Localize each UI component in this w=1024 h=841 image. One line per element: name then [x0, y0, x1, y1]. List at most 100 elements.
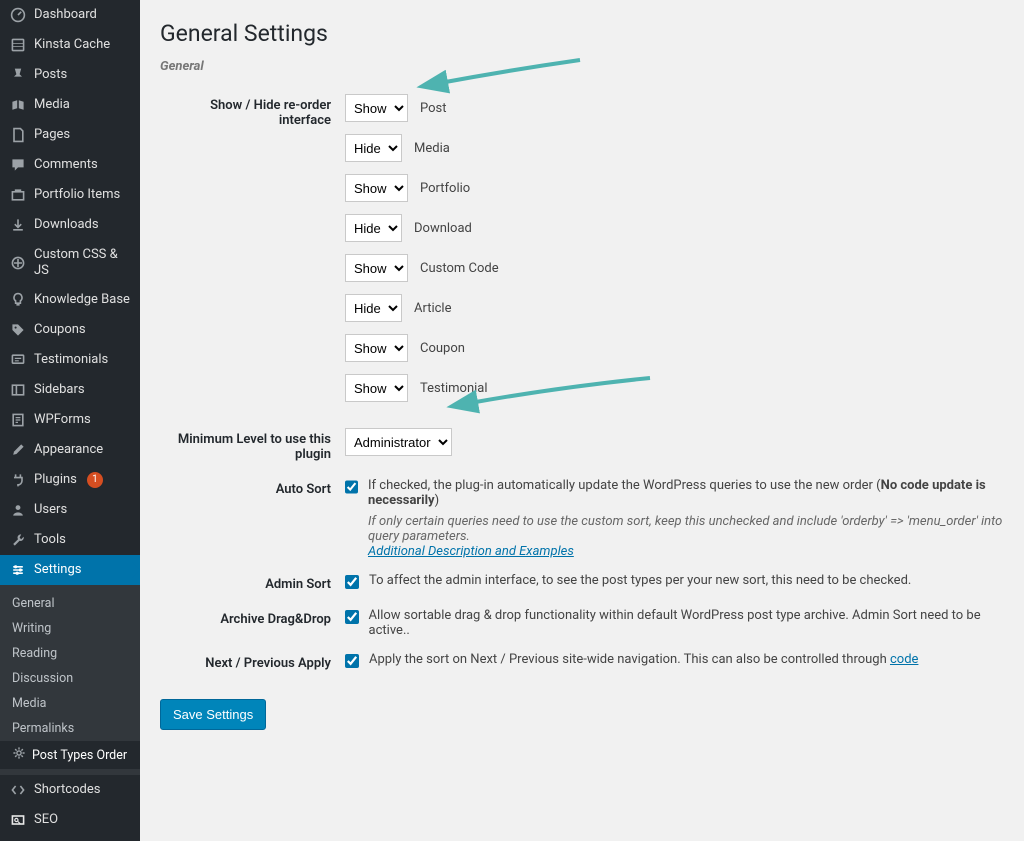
submenu-item-general[interactable]: General — [0, 591, 140, 616]
update-badge: 1 — [87, 472, 103, 488]
menu-item-label: Kinsta Cache — [34, 37, 110, 53]
portfolio-icon — [10, 187, 26, 203]
menu-item-label: Coupons — [34, 322, 86, 338]
post-type-label: Download — [414, 221, 472, 236]
plug-icon — [10, 472, 26, 488]
menu-item-posts[interactable]: Posts — [0, 60, 140, 90]
menu-item-portfolio-items[interactable]: Portfolio Items — [0, 180, 140, 210]
settings-submenu: GeneralWritingReadingDiscussionMediaPerm… — [0, 585, 140, 775]
menu-item-label: Media — [34, 97, 70, 113]
submenu-item-discussion[interactable]: Discussion — [0, 666, 140, 691]
menu-item-knowledge-base[interactable]: Knowledge Base — [0, 285, 140, 315]
show-hide-select-download[interactable]: Hide — [345, 214, 402, 242]
menu-item-coupons[interactable]: Coupons — [0, 315, 140, 345]
label-next-prev: Next / Previous Apply — [160, 646, 345, 681]
show-hide-select-media[interactable]: Hide — [345, 134, 402, 162]
show-hide-select-coupon[interactable]: Show — [345, 334, 408, 362]
menu-item-label: Testimonials — [34, 352, 108, 368]
label-show-hide: Show / Hide re-order interface — [160, 88, 345, 422]
menu-item-label: Users — [34, 502, 67, 518]
next-prev-checkbox[interactable] — [345, 654, 359, 668]
auto-sort-description: If checked, the plug-in automatically up… — [368, 478, 1004, 559]
menu-item-label: Pages — [34, 127, 70, 143]
menu-item-appearance[interactable]: Appearance — [0, 435, 140, 465]
min-level-select[interactable]: Administrator — [345, 428, 452, 456]
menu-item-plugins[interactable]: Plugins 1 — [0, 465, 140, 495]
show-hide-select-custom-code[interactable]: Show — [345, 254, 408, 282]
menu-item-settings[interactable]: Settings — [0, 555, 140, 585]
tag-icon — [10, 322, 26, 338]
submenu-item-post-types-order[interactable]: Post Types Order — [0, 741, 140, 769]
post-type-row: Show Post — [345, 94, 1004, 122]
menu-item-label: Portfolio Items — [34, 187, 120, 203]
save-settings-button[interactable]: Save Settings — [160, 699, 266, 730]
menu-item-shortcodes[interactable]: Shortcodes — [0, 775, 140, 805]
submenu-item-reading[interactable]: Reading — [0, 641, 140, 666]
admin-sort-checkbox[interactable] — [345, 575, 359, 589]
code-icon — [10, 782, 26, 798]
post-type-label: Portfolio — [420, 181, 470, 196]
submenu-item-writing[interactable]: Writing — [0, 616, 140, 641]
css-icon — [10, 255, 26, 271]
post-type-row: Show Portfolio — [345, 174, 1004, 202]
menu-item-label: Downloads — [34, 217, 99, 233]
menu-item-users[interactable]: Users — [0, 495, 140, 525]
archive-dd-checkbox[interactable] — [345, 610, 359, 624]
menu-item-label: Shortcodes — [34, 782, 100, 798]
menu-item-pretty-link[interactable]: Pretty Link — [0, 835, 140, 841]
auto-sort-checkbox[interactable] — [345, 480, 358, 494]
sliders-icon — [10, 562, 26, 578]
menu-item-tools[interactable]: Tools — [0, 525, 140, 555]
label-admin-sort: Admin Sort — [160, 567, 345, 602]
menu-item-label: Settings — [34, 562, 81, 578]
menu-item-testimonials[interactable]: Testimonials — [0, 345, 140, 375]
menu-item-label: Plugins — [34, 472, 77, 488]
post-type-label: Post — [420, 101, 447, 116]
label-archive-dd: Archive Drag&Drop — [160, 602, 345, 646]
cache-icon — [10, 37, 26, 53]
show-hide-select-portfolio[interactable]: Show — [345, 174, 408, 202]
testimonial-icon — [10, 352, 26, 368]
menu-item-label: Comments — [34, 157, 98, 173]
menu-item-media[interactable]: Media — [0, 90, 140, 120]
menu-item-seo[interactable]: SEO — [0, 805, 140, 835]
menu-item-label: Knowledge Base — [34, 292, 130, 308]
wrench-icon — [10, 532, 26, 548]
media-icon — [10, 97, 26, 113]
sidebar-icon — [10, 382, 26, 398]
auto-sort-more-link[interactable]: Additional Description and Examples — [368, 544, 574, 559]
page-title: General Settings — [160, 20, 1004, 47]
submenu-item-permalinks[interactable]: Permalinks — [0, 716, 140, 741]
comment-icon — [10, 157, 26, 173]
menu-item-kinsta-cache[interactable]: Kinsta Cache — [0, 30, 140, 60]
submenu-item-media[interactable]: Media — [0, 691, 140, 716]
menu-item-wpforms[interactable]: WPForms — [0, 405, 140, 435]
gear-icon — [12, 746, 26, 764]
settings-content: General Settings General Show / Hide re-… — [140, 0, 1024, 841]
bulb-icon — [10, 292, 26, 308]
archive-dd-description: Allow sortable drag & drop functionality… — [369, 608, 1004, 638]
menu-item-label: Custom CSS & JS — [34, 247, 130, 278]
next-prev-code-link[interactable]: code — [890, 652, 918, 667]
menu-item-label: Tools — [34, 532, 66, 548]
pin-icon — [10, 67, 26, 83]
menu-item-downloads[interactable]: Downloads — [0, 210, 140, 240]
menu-item-sidebars[interactable]: Sidebars — [0, 375, 140, 405]
dashboard-icon — [10, 7, 26, 23]
admin-sort-description: To affect the admin interface, to see th… — [369, 573, 911, 588]
page-icon — [10, 127, 26, 143]
admin-sidebar: Dashboard Kinsta Cache Posts Media Pages Com… — [0, 0, 140, 841]
section-title: General — [160, 59, 1004, 74]
post-type-label: Media — [414, 141, 450, 156]
menu-item-comments[interactable]: Comments — [0, 150, 140, 180]
show-hide-select-testimonial[interactable]: Show — [345, 374, 408, 402]
menu-item-label: Sidebars — [34, 382, 85, 398]
menu-item-pages[interactable]: Pages — [0, 120, 140, 150]
post-type-label: Article — [414, 301, 451, 316]
post-type-row: ShowTestimonial — [345, 374, 1004, 402]
menu-item-dashboard[interactable]: Dashboard — [0, 0, 140, 30]
menu-item-custom-css-js[interactable]: Custom CSS & JS — [0, 240, 140, 285]
show-hide-select-article[interactable]: Hide — [345, 294, 402, 322]
show-hide-select-post[interactable]: Show — [345, 94, 408, 122]
users-icon — [10, 502, 26, 518]
